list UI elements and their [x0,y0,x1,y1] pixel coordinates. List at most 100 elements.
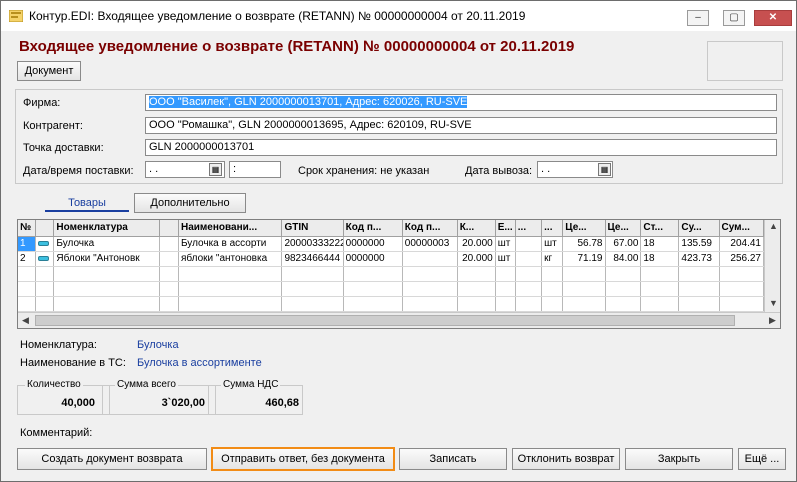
row-status-cell [35,236,55,252]
row-number: 1 [18,236,37,252]
column-header[interactable]: Код п... [402,220,458,237]
quantity-value: 40,000 [61,397,95,409]
title-bar: Контур.EDI: Входящее уведомление о возвр… [1,1,796,31]
header-status-box [707,41,783,81]
column-header[interactable] [35,220,55,237]
create-return-button[interactable]: Создать документ возврата [17,448,207,470]
column-header[interactable]: Ст... [640,220,680,237]
cell-name: Булочка в ассорти [178,236,283,252]
firm-label: Фирма: [23,97,61,109]
document-menu-button[interactable]: Документ [17,61,81,81]
tab-goods[interactable]: Товары [45,194,129,212]
cell-empty [159,251,179,267]
storage-label: Срок хранения: не указан [298,165,430,177]
scroll-right-icon[interactable]: ▶ [769,315,776,326]
column-header[interactable] [159,220,179,237]
app-icon [9,10,23,22]
send-answer-button[interactable]: Отправить ответ, без документа [211,447,395,471]
cell-code2: 00000003 [402,236,458,252]
delivery-time-field[interactable]: : [229,161,281,178]
cell-unit2: кг [541,251,564,267]
cell-empty [515,251,543,267]
table-row[interactable]: 2 Яблоки "Антоновк яблоки "антоновка 982… [18,251,765,267]
goods-table-grid: № Номенклатура Наименовани... GTIN Код п… [18,220,765,312]
scroll-up-icon[interactable]: ▲ [769,221,778,231]
nomenclature-label: Номенклатура: [20,339,97,351]
cell-vat-rate: 18 [640,236,680,252]
cell-unit: шт [495,251,516,267]
firm-field[interactable]: ООО "Василек", GLN 2000000013701, Адрес:… [145,94,777,111]
column-header[interactable]: К... [457,220,496,237]
table-row [18,281,765,297]
reject-return-button[interactable]: Отклонить возврат [512,448,620,470]
cell-sum-total: 256.27 [719,251,765,267]
contractor-field[interactable]: ООО "Ромашка", GLN 2000000013695, Адрес:… [145,117,777,134]
column-header[interactable]: Номенклатура [53,220,160,237]
quantity-label: Количество [25,379,83,390]
cell-price: 56.78 [562,236,606,252]
goods-table: № Номенклатура Наименовани... GTIN Код п… [17,219,781,329]
delivery-point-label: Точка доставки: [23,142,104,154]
cell-code1: 0000000 [343,251,403,267]
contractor-label: Контрагент: [23,120,83,132]
more-button[interactable]: Ещё ... [738,448,786,470]
delivery-datetime-label: Дата/время поставки: [23,165,134,177]
pickup-date-label: Дата вывоза: [465,165,533,177]
tab-additional[interactable]: Дополнительно [134,193,246,213]
cell-price-vat: 84.00 [605,251,642,267]
scroll-thumb[interactable] [35,315,735,326]
cell-nomenclature: Булочка [53,236,160,252]
table-header-row: № Номенклатура Наименовани... GTIN Код п… [18,220,765,237]
document-title: Входящее уведомление о возврате (RETANN)… [19,38,575,55]
column-header[interactable]: Це... [605,220,642,237]
scroll-down-icon[interactable]: ▼ [769,298,778,308]
table-row [18,266,765,282]
document-window: Контур.EDI: Входящее уведомление о возвр… [0,0,797,482]
column-header[interactable]: Е... [495,220,516,237]
row-status-cell [35,251,55,267]
nomenclature-link[interactable]: Булочка [137,339,179,351]
cell-sum: 135.59 [678,236,720,252]
sum-value: 3`020,00 [161,397,205,409]
cell-unit2: шт [541,236,564,252]
cell-nomenclature: Яблоки "Антоновк [53,251,160,267]
minimize-button[interactable]: – [687,10,709,26]
comment-label: Комментарий: [20,427,93,439]
ts-name-link[interactable]: Булочка в ассортименте [137,357,262,369]
table-row [18,296,765,312]
vertical-scrollbar[interactable]: ▲ ▼ [764,220,780,313]
column-header[interactable]: Це... [562,220,606,237]
column-header[interactable]: ... [515,220,543,237]
column-header[interactable]: Сум... [719,220,765,237]
cell-gtin: 9823466444 [281,251,344,267]
row-number: 2 [18,251,37,267]
cell-sum-total: 204.41 [719,236,765,252]
cell-code1: 0000000 [343,236,403,252]
vat-label: Сумма НДС [221,379,281,390]
column-header[interactable]: ... [541,220,564,237]
maximize-button[interactable]: ▢ [723,10,745,26]
horizontal-scrollbar[interactable]: ◀ ▶ [18,312,780,328]
save-button[interactable]: Записать [399,448,507,470]
delivery-point-field[interactable]: GLN 2000000013701 [145,139,777,156]
vat-value: 460,68 [265,397,299,409]
cell-vat-rate: 18 [640,251,680,267]
column-header[interactable]: № [18,220,37,237]
cell-name: яблоки "антоновка [178,251,283,267]
cell-code2 [402,251,458,267]
column-header[interactable]: Код п... [343,220,403,237]
calendar-icon[interactable]: ▦ [598,163,611,176]
calendar-icon[interactable]: ▦ [209,163,222,176]
cell-empty [159,236,179,252]
column-header[interactable]: Наименовани... [178,220,283,237]
column-header[interactable]: Су... [678,220,720,237]
cell-quantity: 20.000 [457,236,496,252]
cell-sum: 423.73 [678,251,720,267]
close-button[interactable]: Закрыть [625,448,733,470]
window-title: Контур.EDI: Входящее уведомление о возвр… [29,9,526,23]
column-header[interactable]: GTIN [281,220,344,237]
ts-name-label: Наименование в ТС: [20,357,126,369]
table-row[interactable]: 1 Булочка Булочка в ассорти 20000333222 … [18,236,765,252]
scroll-left-icon[interactable]: ◀ [22,315,29,326]
close-window-button[interactable]: ✕ [754,10,792,26]
